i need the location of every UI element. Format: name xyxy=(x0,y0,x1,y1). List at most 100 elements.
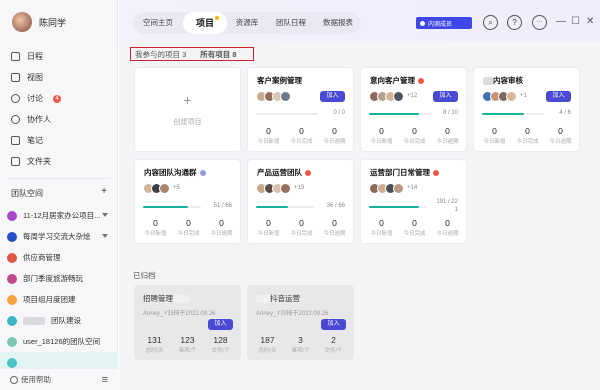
tab-resources[interactable]: 资源库 xyxy=(227,12,267,34)
stat-done: 0 今日完成 xyxy=(403,126,426,145)
view-icon xyxy=(11,73,20,82)
add-space-button[interactable]: + xyxy=(101,187,107,199)
project-card[interactable]: 产品运营团队 +19 36 / 66 0 今日新增 0 今日完成 0 今日逾期 xyxy=(247,159,354,244)
fire-icon xyxy=(433,170,439,177)
folder-icon xyxy=(11,157,20,166)
progress-fill xyxy=(256,206,288,208)
avatar[interactable] xyxy=(12,12,32,32)
tab-reports[interactable]: 数据报表 xyxy=(315,12,361,34)
close-button[interactable]: ✕ xyxy=(586,15,594,29)
redacted-text xyxy=(483,77,493,86)
stat-files: 128 文件/个 xyxy=(211,335,230,354)
filter-all[interactable]: 所有项目 8 xyxy=(200,49,236,60)
people-icon xyxy=(11,115,20,124)
archived-project-card[interactable]: 抖音运营 Anney_Y归档于2022.09.26 加入 187 总时/天 3 事项… xyxy=(247,285,354,360)
space-icon xyxy=(7,273,17,284)
minimize-button[interactable]: — xyxy=(556,15,566,29)
stat-overdue: 0 今日逾期 xyxy=(436,126,459,145)
create-project-label: 创建项目 xyxy=(173,119,202,126)
space-item[interactable]: 供应商管理 xyxy=(0,247,118,268)
progress-bar xyxy=(256,206,314,208)
join-button[interactable]: 加入 xyxy=(208,319,233,330)
more-icon[interactable]: ··· xyxy=(532,15,547,30)
sidebar-item-discussion[interactable]: 讨论 4 xyxy=(0,88,118,109)
maximize-button[interactable]: ☐ xyxy=(571,15,580,29)
stat-overdue: 0 今日逾期 xyxy=(323,218,346,237)
project-card[interactable]: 客户案例管理 加入 0 / 0 0 今日新增 0 今日完成 0 今日逾期 xyxy=(247,67,354,152)
stat-new: 0 今日新增 xyxy=(370,218,393,237)
beta-member-button[interactable]: 内测成员 xyxy=(416,17,472,29)
space-list: 11-12月居家办公项目... 每周学习交流大杂烩 供应商管理 部门季度旅游畅玩… xyxy=(0,205,118,373)
space-item[interactable]: 每周学习交流大杂烩 xyxy=(0,226,118,247)
project-card[interactable]: 内容团队沟通群 +5 51 / 66 0 今日新增 0 今日完成 0 今日逾期 xyxy=(134,159,241,244)
redacted-text xyxy=(23,316,45,325)
archive-info: Anney_Y归档于2022.09.26 xyxy=(256,311,329,317)
join-button[interactable]: 加入 xyxy=(321,319,346,330)
stat-new: 0 今日新增 xyxy=(370,126,393,145)
archived-project-card[interactable]: 招聘管理 Anney_Y归档于2022.09.26 加入 131 总时/天 123… xyxy=(134,285,241,360)
stat-done: 0 今日完成 xyxy=(290,218,313,237)
project-stats: 131 总时/天 123 事项/个 128 文件/个 xyxy=(138,335,237,354)
team-space-header: 团队空间 + xyxy=(11,187,107,199)
discussion-badge: 4 xyxy=(53,94,61,103)
stat-new: 0 今日新增 xyxy=(257,126,280,145)
stat-new: 0 今日新增 xyxy=(483,126,506,145)
tab-bar: 空间主页 项目 资源库 团队日程 数据报表 xyxy=(133,12,361,34)
project-title: 客户案例管理 xyxy=(257,76,302,85)
sidebar-item-notes[interactable]: 笔记 xyxy=(0,130,118,151)
project-title: 产品运营团队 xyxy=(257,167,311,178)
stat-done: 0 今日完成 xyxy=(403,218,426,237)
sidebar-item-schedule[interactable]: 日程 xyxy=(0,46,118,67)
project-card[interactable]: 内容审核 +1 加入 4 / 6 0 今日新增 0 今日完成 0 今日逾期 xyxy=(473,67,580,152)
member-avatars: +14 xyxy=(369,183,417,194)
progress-bar xyxy=(369,206,427,208)
stat-items: 3 事项/个 xyxy=(291,335,310,354)
progress-fill xyxy=(369,113,419,115)
project-card[interactable]: 意向客户管理 +12 加入 8 / 10 0 今日新增 0 今日完成 0 今日逾期 xyxy=(360,67,467,152)
stat-files: 2 文件/个 xyxy=(324,335,343,354)
search-icon[interactable]: ⌕ xyxy=(483,15,498,30)
tab-team-schedule[interactable]: 团队日程 xyxy=(267,12,315,34)
project-card[interactable]: 运营部门日常管理 +14 191 / 221 0 今日新增 0 今日完成 0 今日逾期 xyxy=(360,159,467,244)
progress-bar xyxy=(143,206,201,208)
stat-done: 0 今日完成 xyxy=(177,218,200,237)
chevron-down-icon[interactable] xyxy=(102,234,108,238)
progress-ratio: 0 / 0 xyxy=(333,110,345,116)
space-item[interactable]: user_18126的团队空间 xyxy=(0,331,118,352)
member-avatars: +12 xyxy=(369,91,417,102)
chevron-down-icon[interactable] xyxy=(102,213,108,217)
tab-projects[interactable]: 项目 xyxy=(183,12,227,34)
tag-icon xyxy=(199,170,206,177)
space-item[interactable]: 项目组月度团建 xyxy=(0,289,118,310)
menu-icon[interactable]: ≡ xyxy=(102,374,108,386)
join-button[interactable]: 加入 xyxy=(546,91,571,102)
help-link[interactable]: 使用帮助 xyxy=(10,374,51,385)
space-item[interactable]: 部门季度旅游畅玩 xyxy=(0,268,118,289)
sidebar-item-folder[interactable]: 文件夹 xyxy=(0,151,118,172)
join-button[interactable]: 加入 xyxy=(320,91,345,102)
member-avatars: +5 xyxy=(143,183,180,194)
join-button[interactable]: 加入 xyxy=(433,91,458,102)
user-profile[interactable]: 陈同学 xyxy=(12,12,66,32)
progress-ratio: 36 / 66 xyxy=(326,203,345,209)
stat-overdue: 0 今日逾期 xyxy=(323,126,346,145)
sidebar-item-collaborators[interactable]: 协作人 xyxy=(0,109,118,130)
project-stats: 0 今日新增 0 今日完成 0 今日逾期 xyxy=(365,126,464,145)
camera-icon xyxy=(420,20,425,26)
stat-done: 0 今日完成 xyxy=(290,126,313,145)
stat-overdue: 0 今日逾期 xyxy=(436,218,459,237)
project-title: 运营部门日常管理 xyxy=(370,167,439,178)
help-icon xyxy=(10,376,18,385)
stat-items: 123 事项/个 xyxy=(178,335,197,354)
space-item[interactable]: 11-12月居家办公项目... xyxy=(0,205,118,226)
tab-space-home[interactable]: 空间主页 xyxy=(133,12,183,34)
redacted-text xyxy=(256,295,270,304)
sidebar-item-view[interactable]: 视图 xyxy=(0,67,118,88)
plus-icon: + xyxy=(183,92,192,108)
create-project-card[interactable]: + 创建项目 xyxy=(134,67,241,152)
user-name: 陈同学 xyxy=(39,17,67,28)
space-item[interactable]: 团队建设 xyxy=(0,310,118,331)
filter-mine[interactable]: 我参与的项目 3 xyxy=(135,49,186,60)
fire-icon xyxy=(418,78,424,85)
help-icon[interactable]: ? xyxy=(507,15,522,30)
